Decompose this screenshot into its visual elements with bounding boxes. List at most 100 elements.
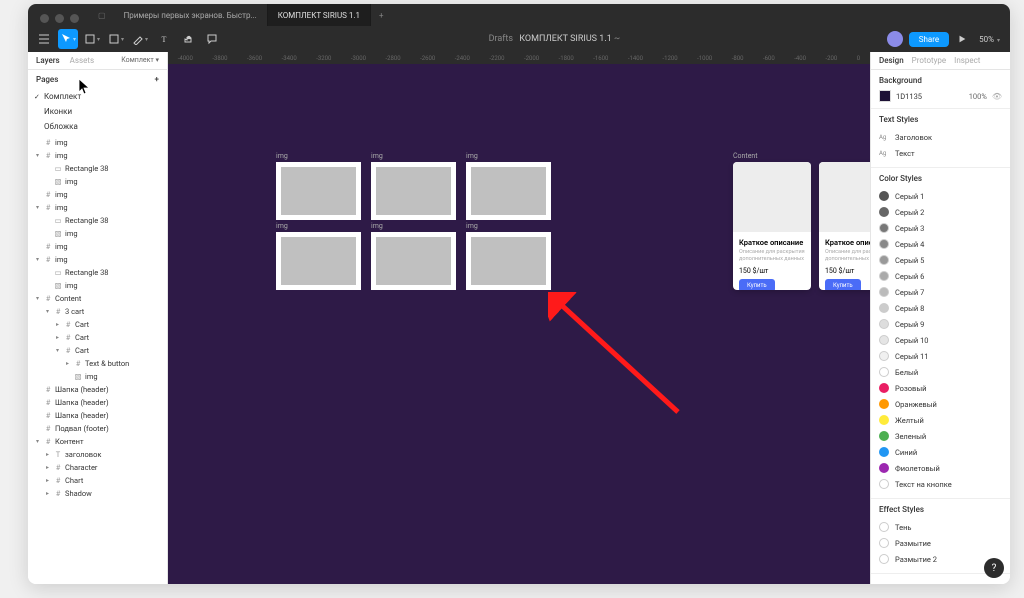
color-style-item[interactable]: Серый 2 <box>879 204 1002 220</box>
frame-label-img[interactable]: img <box>371 152 383 160</box>
color-style-item[interactable]: Серый 11 <box>879 348 1002 364</box>
layer-item[interactable]: ▸#Shadow <box>28 487 167 500</box>
img-frame[interactable] <box>371 162 456 220</box>
page-title[interactable]: Drafts КОМПЛЕКТ SIRIUS 1.1 ~ <box>489 34 621 44</box>
new-tab-button[interactable]: + <box>371 11 392 20</box>
frame-tool[interactable]: ▾ <box>82 29 102 49</box>
avatar[interactable] <box>887 31 903 47</box>
help-button[interactable]: ? <box>984 558 1004 578</box>
frame-label-img[interactable]: img <box>276 222 288 230</box>
frame-label-img[interactable]: img <box>466 152 478 160</box>
frame-label-img[interactable]: img <box>371 222 383 230</box>
frame-label-content[interactable]: Content <box>733 152 758 160</box>
layer-item[interactable]: ▾#3 cart <box>28 305 167 318</box>
color-style-item[interactable]: Серый 8 <box>879 300 1002 316</box>
img-frame[interactable] <box>371 232 456 290</box>
tab-prototype[interactable]: Prototype <box>912 56 946 65</box>
layer-item[interactable]: ▧img <box>28 227 167 240</box>
layer-item[interactable]: ▸#Text & button <box>28 357 167 370</box>
close-icon[interactable] <box>40 14 49 23</box>
hand-tool[interactable] <box>178 29 198 49</box>
layer-item[interactable]: ▧img <box>28 370 167 383</box>
layer-item[interactable]: #Шапка (header) <box>28 396 167 409</box>
background-hex[interactable]: 1D1135 <box>896 92 964 101</box>
card-button[interactable]: Купить <box>739 279 775 290</box>
move-tool[interactable]: ▾ <box>58 29 78 49</box>
page-item[interactable]: Комплект <box>28 89 167 104</box>
text-style-item[interactable]: Заголовок <box>879 129 1002 145</box>
img-frame[interactable] <box>276 232 361 290</box>
img-frame[interactable] <box>276 162 361 220</box>
color-style-item[interactable]: Серый 5 <box>879 252 1002 268</box>
text-tool[interactable]: T <box>154 29 174 49</box>
layer-item[interactable]: #Шапка (header) <box>28 383 167 396</box>
img-frame[interactable] <box>466 162 551 220</box>
color-style-item[interactable]: Серый 4 <box>879 236 1002 252</box>
zoom-dropdown[interactable]: 50% ▾ <box>975 35 1004 44</box>
color-style-item[interactable]: Серый 10 <box>879 332 1002 348</box>
tab-layers[interactable]: Layers <box>36 56 60 65</box>
color-style-item[interactable]: Фиолетовый <box>879 460 1002 476</box>
layer-item[interactable]: ▾#img <box>28 201 167 214</box>
color-style-item[interactable]: Текст на кнопке <box>879 476 1002 492</box>
content-card[interactable]: Краткое описание Описание для раскрытия … <box>733 162 811 290</box>
layer-item[interactable]: ▸#Cart <box>28 318 167 331</box>
color-style-item[interactable]: Оранжевый <box>879 396 1002 412</box>
layer-item[interactable]: ▾#img <box>28 149 167 162</box>
text-style-item[interactable]: Текст <box>879 145 1002 161</box>
tab-design[interactable]: Design <box>879 56 904 65</box>
content-card[interactable]: Краткое описание Описание для раскрытия … <box>819 162 870 290</box>
layer-item[interactable]: ▭Rectangle 38 <box>28 162 167 175</box>
layer-item[interactable]: ▾#Контент <box>28 435 167 448</box>
color-style-item[interactable]: Розовый <box>879 380 1002 396</box>
visibility-icon[interactable]: 👁 <box>992 92 1002 101</box>
layer-item[interactable]: ▸Tзаголовок <box>28 448 167 461</box>
layer-item[interactable]: ▾#Cart <box>28 344 167 357</box>
layer-item[interactable]: ▭Rectangle 38 <box>28 266 167 279</box>
color-style-item[interactable]: Серый 9 <box>879 316 1002 332</box>
layer-item[interactable]: #img <box>28 240 167 253</box>
page-selector[interactable]: Комплект ▾ <box>121 56 159 65</box>
maximize-icon[interactable] <box>70 14 79 23</box>
frame-label-img[interactable]: img <box>466 222 478 230</box>
tab-inspect[interactable]: Inspect <box>954 56 980 65</box>
color-style-item[interactable]: Серый 6 <box>879 268 1002 284</box>
pen-tool[interactable]: ▾ <box>130 29 150 49</box>
layer-item[interactable]: ▾#Content <box>28 292 167 305</box>
layer-item[interactable]: #img <box>28 136 167 149</box>
comment-tool[interactable] <box>202 29 222 49</box>
color-style-item[interactable]: Серый 1 <box>879 188 1002 204</box>
present-icon[interactable] <box>955 32 969 46</box>
tab-file[interactable]: Примеры первых экранов. Быстр... <box>114 4 268 26</box>
background-opacity[interactable]: 100% <box>969 92 987 101</box>
canvas[interactable]: -4000-3800-3600-3400-3200-3000-2800-2600… <box>168 52 870 584</box>
add-page-button[interactable]: + <box>155 75 159 84</box>
background-swatch[interactable] <box>879 90 891 102</box>
layer-item[interactable]: #Подвал (footer) <box>28 422 167 435</box>
color-style-item[interactable]: Серый 3 <box>879 220 1002 236</box>
layer-item[interactable]: #Шапка (header) <box>28 409 167 422</box>
card-button[interactable]: Купить <box>825 279 861 290</box>
shape-tool[interactable]: ▾ <box>106 29 126 49</box>
color-style-item[interactable]: Синий <box>879 444 1002 460</box>
color-style-item[interactable]: Белый <box>879 364 1002 380</box>
page-item[interactable]: Иконки <box>28 104 167 119</box>
img-frame[interactable] <box>466 232 551 290</box>
layer-item[interactable]: #img <box>28 188 167 201</box>
share-button[interactable]: Share <box>909 32 949 47</box>
effect-style-item[interactable]: Размытие <box>879 535 1002 551</box>
menu-icon[interactable] <box>34 29 54 49</box>
color-style-item[interactable]: Зеленый <box>879 428 1002 444</box>
layer-item[interactable]: ▭Rectangle 38 <box>28 214 167 227</box>
layer-item[interactable]: ▸#Cart <box>28 331 167 344</box>
layer-item[interactable]: ▧img <box>28 279 167 292</box>
color-style-item[interactable]: Серый 7 <box>879 284 1002 300</box>
effect-style-item[interactable]: Тень <box>879 519 1002 535</box>
layer-item[interactable]: ▾#img <box>28 253 167 266</box>
layer-item[interactable]: ▸#Chart <box>28 474 167 487</box>
color-style-item[interactable]: Желтый <box>879 412 1002 428</box>
page-item[interactable]: Обложка <box>28 119 167 134</box>
tab-assets[interactable]: Assets <box>70 56 94 65</box>
minimize-icon[interactable] <box>55 14 64 23</box>
layer-item[interactable]: ▧img <box>28 175 167 188</box>
